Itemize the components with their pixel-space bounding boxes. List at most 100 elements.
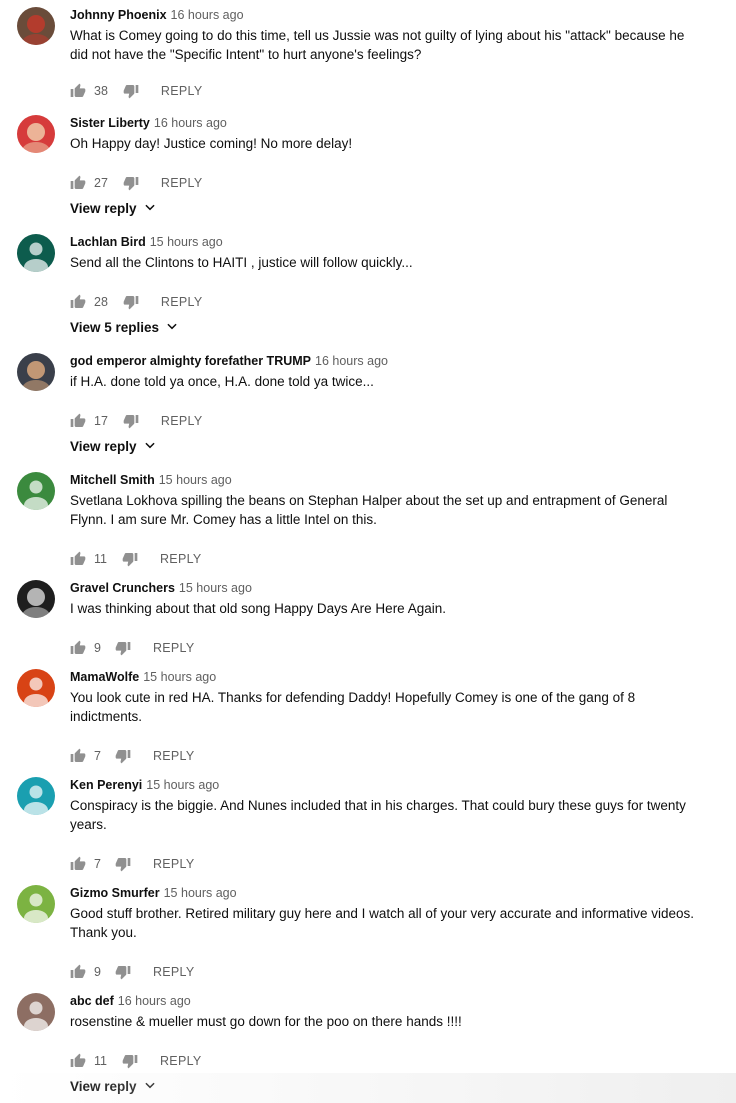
comment-text: I was thinking about that old song Happy… [70, 601, 446, 616]
comment-actions: 7 REPLY [70, 746, 195, 766]
view-replies-label: View reply [70, 439, 137, 454]
reply-button[interactable]: REPLY [153, 749, 195, 763]
author-name[interactable]: god emperor almighty forefather TRUMP [70, 354, 311, 368]
author-name[interactable]: Lachlan Bird [70, 235, 146, 249]
avatar[interactable] [17, 993, 55, 1031]
thumbs-up-icon[interactable] [70, 175, 86, 191]
author-name[interactable]: Gizmo Smurfer [70, 886, 160, 900]
reply-button[interactable]: REPLY [153, 641, 195, 655]
comment-text: if H.A. done told ya once, H.A. done tol… [70, 374, 374, 389]
comment-actions: 7 REPLY [70, 854, 195, 874]
reply-button[interactable]: REPLY [160, 552, 202, 566]
thumbs-up-icon[interactable] [70, 294, 86, 310]
thumbs-up-icon[interactable] [70, 964, 86, 980]
chevron-down-icon [137, 438, 157, 455]
comment-header: god emperor almighty forefather TRUMP 16 … [70, 353, 388, 369]
author-name[interactable]: Sister Liberty [70, 116, 150, 130]
comment-timestamp[interactable]: 15 hours ago [143, 670, 216, 684]
avatar[interactable] [17, 353, 55, 391]
thumbs-down-icon[interactable] [115, 964, 131, 980]
like-count: 11 [94, 1054, 107, 1068]
thumbs-up-icon[interactable] [70, 748, 86, 764]
thumbs-down-icon[interactable] [122, 551, 138, 567]
author-name[interactable]: Mitchell Smith [70, 473, 155, 487]
comment-header: Lachlan Bird 15 hours ago [70, 234, 223, 250]
view-replies-button[interactable]: View reply [70, 200, 157, 217]
view-replies-button[interactable]: View 5 replies [70, 319, 179, 336]
chevron-down-icon [159, 319, 179, 336]
reply-button[interactable]: REPLY [161, 176, 203, 190]
avatar[interactable] [17, 115, 55, 153]
chevron-down-icon [137, 200, 157, 217]
comment-actions: 11 REPLY [70, 549, 202, 569]
like-count: 28 [94, 295, 108, 309]
thumbs-down-icon[interactable] [123, 413, 139, 429]
thumbs-down-icon[interactable] [115, 856, 131, 872]
thumbs-down-icon[interactable] [115, 640, 131, 656]
author-name[interactable]: abc def [70, 994, 114, 1008]
thumbs-down-icon[interactable] [115, 748, 131, 764]
comment-actions: 28 REPLY [70, 292, 202, 312]
comment-actions: 27 REPLY [70, 173, 202, 193]
thumbs-up-icon[interactable] [70, 856, 86, 872]
reply-button[interactable]: REPLY [160, 1054, 202, 1068]
thumbs-down-icon[interactable] [123, 175, 139, 191]
like-count: 7 [94, 749, 101, 763]
like-count: 17 [94, 414, 108, 428]
like-count: 9 [94, 641, 101, 655]
like-count: 27 [94, 176, 108, 190]
comment-text: rosenstine & mueller must go down for th… [70, 1014, 462, 1029]
reply-button[interactable]: REPLY [153, 965, 195, 979]
thumbs-down-icon[interactable] [122, 1053, 138, 1069]
author-name[interactable]: Ken Perenyi [70, 778, 142, 792]
thumbs-down-icon[interactable] [123, 83, 139, 99]
like-count: 9 [94, 965, 101, 979]
comment-timestamp[interactable]: 15 hours ago [150, 235, 223, 249]
avatar[interactable] [17, 669, 55, 707]
avatar[interactable] [17, 7, 55, 45]
thumbs-down-icon[interactable] [123, 294, 139, 310]
comment-actions: 17 REPLY [70, 411, 202, 431]
avatar[interactable] [17, 777, 55, 815]
comment-header: Gravel Crunchers 15 hours ago [70, 580, 252, 596]
avatar[interactable] [17, 472, 55, 510]
comment-timestamp[interactable]: 16 hours ago [118, 994, 191, 1008]
reply-button[interactable]: REPLY [161, 414, 203, 428]
view-replies-button[interactable]: View reply [70, 1078, 157, 1095]
comment-timestamp[interactable]: 16 hours ago [154, 116, 227, 130]
thumbs-up-icon[interactable] [70, 83, 86, 99]
comment-text: Svetlana Lokhova spilling the beans on S… [70, 493, 668, 527]
comment-text: What is Comey going to do this time, tel… [70, 28, 685, 62]
comment-header: Ken Perenyi 15 hours ago [70, 777, 219, 793]
comment-timestamp[interactable]: 16 hours ago [315, 354, 388, 368]
thumbs-up-icon[interactable] [70, 640, 86, 656]
author-name[interactable]: Johnny Phoenix [70, 8, 167, 22]
chevron-down-icon [137, 1078, 157, 1095]
avatar[interactable] [17, 580, 55, 618]
reply-button[interactable]: REPLY [153, 857, 195, 871]
like-count: 38 [94, 84, 108, 98]
reply-button[interactable]: REPLY [161, 84, 203, 98]
comment-text: Oh Happy day! Justice coming! No more de… [70, 136, 353, 151]
comment-actions: 38 REPLY [70, 81, 202, 101]
thumbs-up-icon[interactable] [70, 1053, 86, 1069]
comment-header: Johnny Phoenix 16 hours ago [70, 7, 244, 23]
comment-timestamp[interactable]: 15 hours ago [179, 581, 252, 595]
view-replies-label: View 5 replies [70, 320, 160, 335]
comment-text: Send all the Clintons to HAITI , justice… [70, 255, 413, 270]
comment-timestamp[interactable]: 16 hours ago [171, 8, 244, 22]
thumbs-up-icon[interactable] [70, 413, 86, 429]
author-name[interactable]: MamaWolfe [70, 670, 139, 684]
like-count: 11 [94, 552, 107, 566]
reply-button[interactable]: REPLY [161, 295, 203, 309]
comment-timestamp[interactable]: 15 hours ago [164, 886, 237, 900]
comment-timestamp[interactable]: 15 hours ago [159, 473, 232, 487]
avatar[interactable] [17, 885, 55, 923]
comment-timestamp[interactable]: 15 hours ago [146, 778, 219, 792]
comment-actions: 11 REPLY [70, 1051, 202, 1071]
thumbs-up-icon[interactable] [70, 551, 86, 567]
view-replies-button[interactable]: View reply [70, 438, 157, 455]
avatar[interactable] [17, 234, 55, 272]
author-name[interactable]: Gravel Crunchers [70, 581, 175, 595]
comment-actions: 9 REPLY [70, 962, 195, 982]
